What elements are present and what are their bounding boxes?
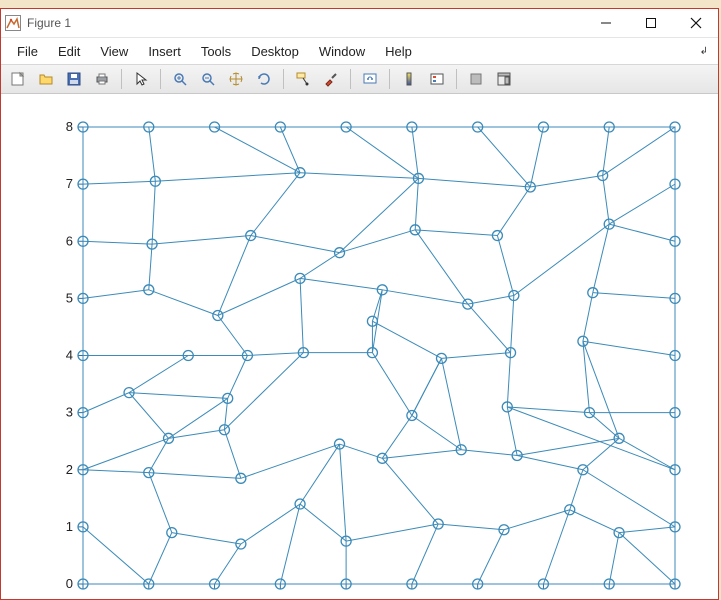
- ytick-label: 3: [66, 405, 73, 420]
- toolbar-separator: [121, 69, 122, 89]
- brush-button[interactable]: [318, 67, 344, 91]
- menu-file[interactable]: File: [7, 42, 48, 61]
- print-icon: [94, 71, 110, 87]
- toolbar-separator: [160, 69, 161, 89]
- maximize-button[interactable]: [628, 9, 673, 37]
- link-plot-button[interactable]: [357, 67, 383, 91]
- hide-tools-icon: [468, 71, 484, 87]
- new-figure-button[interactable]: [5, 67, 31, 91]
- rotate-button[interactable]: [251, 67, 277, 91]
- toolbar: [1, 64, 718, 94]
- ytick-label: 5: [66, 290, 73, 305]
- menu-tools[interactable]: Tools: [191, 42, 241, 61]
- zoom-in-icon: [172, 71, 188, 87]
- ytick-label: 2: [66, 462, 73, 477]
- menu-view[interactable]: View: [90, 42, 138, 61]
- zoom-in-button[interactable]: [167, 67, 193, 91]
- ytick-label: 6: [66, 233, 73, 248]
- insert-colorbar-icon: [401, 71, 417, 87]
- toolbar-separator: [350, 69, 351, 89]
- toolbar-separator: [389, 69, 390, 89]
- open-icon: [38, 71, 54, 87]
- insert-colorbar-button[interactable]: [396, 67, 422, 91]
- ytick-label: 0: [66, 576, 73, 591]
- minimize-button[interactable]: [583, 9, 628, 37]
- ytick-label: 4: [66, 348, 73, 363]
- rotate-icon: [256, 71, 272, 87]
- menu-insert[interactable]: Insert: [138, 42, 191, 61]
- dock-icon: [496, 71, 512, 87]
- save-icon: [66, 71, 82, 87]
- brush-icon: [323, 71, 339, 87]
- window-title: Figure 1: [27, 16, 71, 30]
- menu-edit[interactable]: Edit: [48, 42, 90, 61]
- matlab-icon: [5, 15, 21, 31]
- hide-tools-button[interactable]: [463, 67, 489, 91]
- axes[interactable]: 0 1 2 3 4 5 6 7 8: [1, 94, 718, 599]
- data-cursor-button[interactable]: [290, 67, 316, 91]
- titlebar: Figure 1: [1, 9, 718, 37]
- menu-help[interactable]: Help: [375, 42, 422, 61]
- pan-icon: [228, 71, 244, 87]
- pointer-button[interactable]: [128, 67, 154, 91]
- axes-area[interactable]: 0 1 2 3 4 5 6 7 8: [1, 94, 718, 599]
- ytick-label: 8: [66, 119, 73, 134]
- toolbar-separator: [456, 69, 457, 89]
- menu-desktop[interactable]: Desktop: [241, 42, 309, 61]
- print-button[interactable]: [89, 67, 115, 91]
- menu-window[interactable]: Window: [309, 42, 375, 61]
- toolbar-separator: [283, 69, 284, 89]
- pan-button[interactable]: [223, 67, 249, 91]
- dock-button[interactable]: [491, 67, 517, 91]
- zoom-out-button[interactable]: [195, 67, 221, 91]
- new-figure-icon: [10, 71, 26, 87]
- close-button[interactable]: [673, 9, 718, 37]
- link-plot-icon: [362, 71, 378, 87]
- pointer-icon: [133, 71, 149, 87]
- menu-overflow-icon[interactable]: ↲: [700, 46, 712, 57]
- open-button[interactable]: [33, 67, 59, 91]
- save-button[interactable]: [61, 67, 87, 91]
- menubar: FileEditViewInsertToolsDesktopWindowHelp…: [1, 37, 718, 64]
- zoom-out-icon: [200, 71, 216, 87]
- insert-legend-icon: [429, 71, 445, 87]
- ytick-label: 7: [66, 176, 73, 191]
- data-cursor-icon: [295, 71, 311, 87]
- ytick-label: 1: [66, 519, 73, 534]
- figure-window: Figure 1 FileEditViewInsertToolsDesktopW…: [0, 8, 719, 600]
- insert-legend-button[interactable]: [424, 67, 450, 91]
